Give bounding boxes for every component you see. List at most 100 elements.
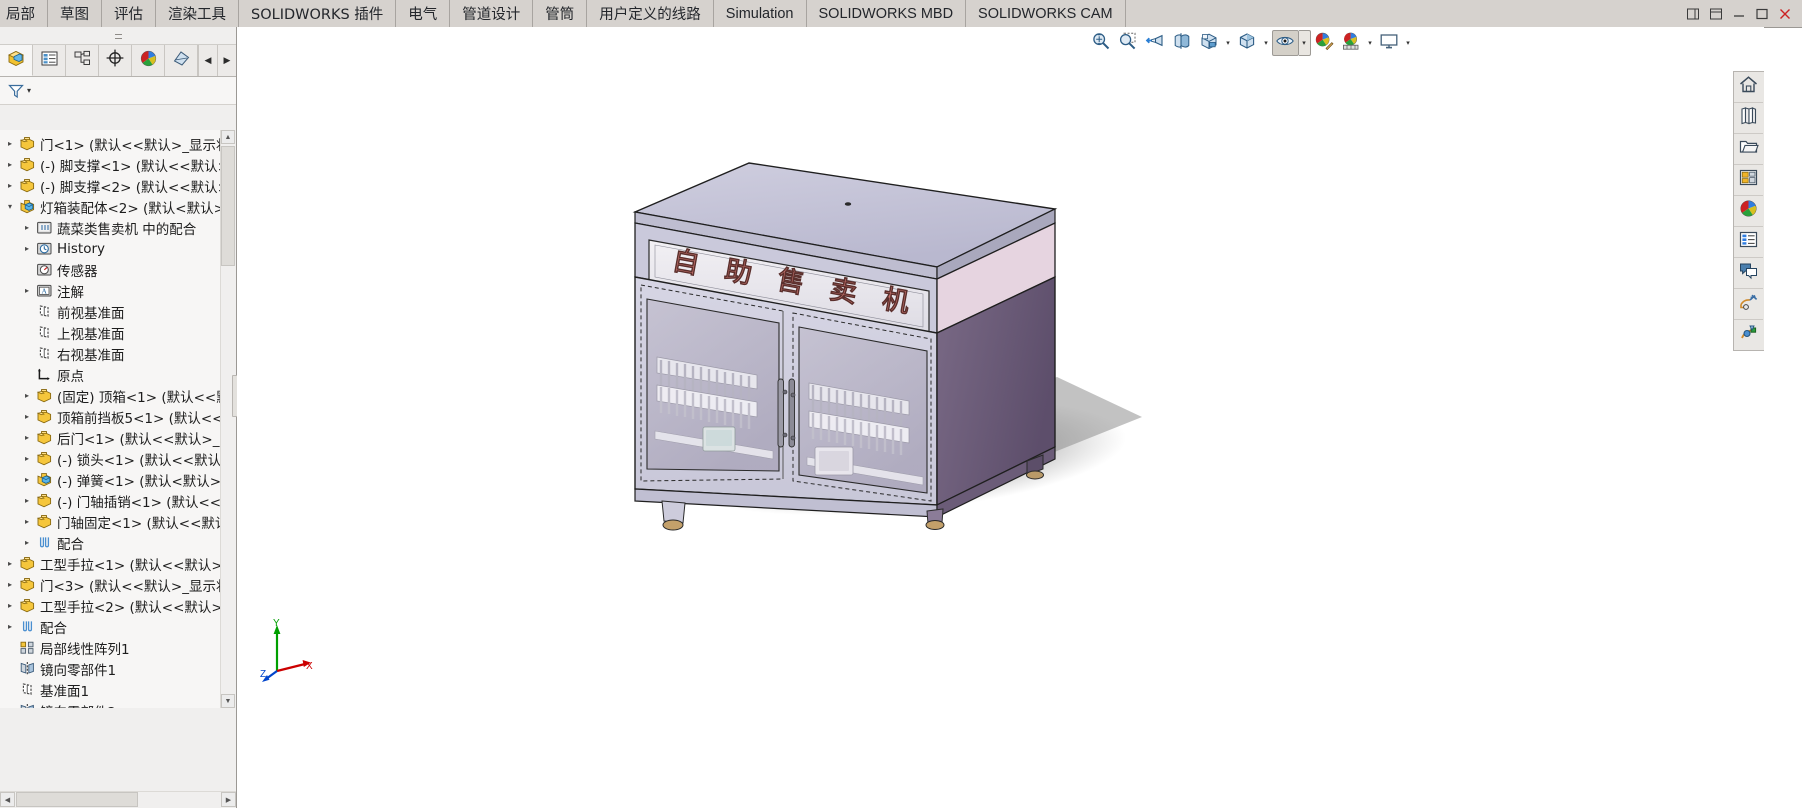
display-style-caret-icon[interactable]: ▾: [1261, 31, 1272, 55]
ribbon-tab-9[interactable]: Simulation: [713, 0, 807, 27]
ribbon-tab-1[interactable]: 草图: [48, 0, 102, 27]
tree-node[interactable]: ▸ A 注解: [0, 280, 222, 301]
tree-node[interactable]: ▸ 配合: [0, 532, 222, 553]
section-view-button[interactable]: [1169, 30, 1196, 56]
appearance-tab[interactable]: [165, 45, 198, 76]
tree-node[interactable]: ▸ 门<3> (默认<<默认>_显示状: [0, 574, 222, 595]
tab-nav-next[interactable]: ▶: [217, 45, 236, 76]
tree-node[interactable]: 前视基准面: [0, 301, 222, 322]
chevron-right-icon[interactable]: ▸: [19, 391, 35, 400]
feature-tree-tab[interactable]: [0, 45, 33, 76]
apply-scene-caret-icon[interactable]: ▾: [1365, 31, 1376, 55]
simulation-button[interactable]: [1734, 289, 1763, 320]
previous-view-button[interactable]: [1142, 30, 1169, 56]
tree-node[interactable]: ▸ History: [0, 238, 222, 259]
ribbon-tab-5[interactable]: 电气: [396, 0, 451, 27]
panel-icon[interactable]: [1709, 7, 1723, 21]
tree-node[interactable]: ▾ 灯箱装配体<2> (默认<默认>_显: [0, 196, 222, 217]
tree-node[interactable]: 局部线性阵列1: [0, 637, 222, 658]
display-style-button[interactable]: [1234, 30, 1261, 56]
tab-nav-prev[interactable]: ◀: [198, 45, 217, 76]
dimxpert-manager-tab[interactable]: [99, 45, 132, 76]
chevron-right-icon[interactable]: ▸: [19, 286, 35, 295]
ribbon-tab-11[interactable]: SOLIDWORKS CAM: [966, 0, 1126, 27]
minimize-icon[interactable]: [1732, 7, 1746, 21]
chevron-right-icon[interactable]: ▸: [2, 181, 18, 190]
scroll-left-button[interactable]: ◀: [0, 792, 15, 807]
tree-node[interactable]: ▸ 工型手拉<1> (默认<<默认>_: [0, 553, 222, 574]
filter-caret-icon[interactable]: ▾: [27, 86, 31, 95]
tree-node[interactable]: 基准面1: [0, 679, 222, 700]
chevron-right-icon[interactable]: ▸: [19, 454, 35, 463]
zoom-to-area-button[interactable]: [1115, 30, 1142, 56]
chevron-right-icon[interactable]: ▸: [2, 160, 18, 169]
edit-appearance-button[interactable]: [1311, 30, 1338, 56]
scroll-thumb-vertical[interactable]: [221, 146, 235, 266]
ribbon-tab-0[interactable]: 局部: [0, 0, 48, 27]
chevron-right-icon[interactable]: ▸: [19, 496, 35, 505]
tree-node[interactable]: ▸ (固定) 顶箱<1> (默认<<默: [0, 385, 222, 406]
tree-node[interactable]: 右视基准面: [0, 343, 222, 364]
display-manager-tab[interactable]: [132, 45, 165, 76]
tree-node[interactable]: 原点: [0, 364, 222, 385]
tree-node[interactable]: 传感器: [0, 259, 222, 280]
tree-node[interactable]: ▸ (-) 脚支撑<2> (默认<<默认>: [0, 175, 222, 196]
tree-node[interactable]: ▸ (-) 锁头<1> (默认<<默认>: [0, 448, 222, 469]
ribbon-tab-3[interactable]: 渲染工具: [156, 0, 239, 27]
tree-node[interactable]: ▸ 门<1> (默认<<默认>_显示状: [0, 133, 222, 154]
ribbon-tab-10[interactable]: SOLIDWORKS MBD: [806, 0, 967, 27]
tree-node[interactable]: ▸ (-) 脚支撑<1> (默认<<默认>: [0, 154, 222, 175]
tree-node[interactable]: ▸ (-) 弹簧<1> (默认<默认>_显: [0, 469, 222, 490]
chevron-right-icon[interactable]: ▸: [2, 580, 18, 589]
design-library-button[interactable]: [1734, 103, 1763, 134]
scroll-up-button[interactable]: ▲: [221, 130, 235, 144]
tree-node[interactable]: 上视基准面: [0, 322, 222, 343]
chevron-right-icon[interactable]: ▸: [19, 538, 35, 547]
hide-show-items-button[interactable]: [1271, 30, 1299, 56]
appearances-scenes-button[interactable]: [1734, 196, 1763, 227]
custom-properties-button[interactable]: [1734, 227, 1763, 258]
property-manager-tab[interactable]: [33, 45, 66, 76]
file-explorer-button[interactable]: [1734, 134, 1763, 165]
view-palette-button[interactable]: [1734, 165, 1763, 196]
apply-scene-button[interactable]: [1338, 30, 1365, 56]
tree-filter-bar[interactable]: ▾: [0, 77, 236, 105]
view-orientation-button[interactable]: [1196, 30, 1223, 56]
chevron-right-icon[interactable]: ▸: [2, 139, 18, 148]
scroll-right-button[interactable]: ▶: [221, 792, 236, 807]
panel-drag-handle[interactable]: [0, 27, 236, 45]
chevron-right-icon[interactable]: ▸: [19, 244, 35, 253]
ribbon-tab-4[interactable]: SOLIDWORKS 插件: [239, 0, 397, 27]
scroll-down-button[interactable]: ▼: [221, 694, 235, 708]
tree-node[interactable]: ▸ (-) 门轴插销<1> (默认<<默: [0, 490, 222, 511]
close-icon[interactable]: [1778, 7, 1792, 21]
chevron-right-icon[interactable]: ▸: [2, 622, 18, 631]
tree-node[interactable]: ▸ 门轴固定<1> (默认<<默认: [0, 511, 222, 532]
ribbon-tab-8[interactable]: 用户定义的线路: [587, 0, 714, 27]
ribbon-tab-7[interactable]: 管筒: [533, 0, 588, 27]
graphics-viewport[interactable]: ▾ ▾ ▾ ▾ ▾ 自 助 售 卖 机 Y X Z: [237, 27, 1764, 808]
chevron-down-icon[interactable]: ▾: [2, 202, 18, 211]
scroll-thumb-horizontal[interactable]: [16, 792, 138, 807]
tree-node[interactable]: ▸ 蔬菜类售卖机 中的配合: [0, 217, 222, 238]
solidworks-forum-button[interactable]: [1734, 258, 1763, 289]
tree-node[interactable]: ▸ 后门<1> (默认<<默认>_显: [0, 427, 222, 448]
ribbon-tab-6[interactable]: 管道设计: [450, 0, 534, 27]
feature-tree[interactable]: ▸ 门<1> (默认<<默认>_显示状 ▸ (-) 脚支撑<1> (默认<<默认> ▸ (…: [0, 130, 222, 708]
view-settings-caret-icon[interactable]: ▾: [1403, 31, 1414, 55]
hide-show-items-caret-icon[interactable]: ▾: [1298, 30, 1311, 56]
restore-layout-icon[interactable]: [1686, 7, 1700, 21]
tree-node[interactable]: ▸ 配合: [0, 616, 222, 637]
tree-node[interactable]: ▸ 工型手拉<2> (默认<<默认>_: [0, 595, 222, 616]
zoom-to-fit-button[interactable]: [1088, 30, 1115, 56]
chevron-right-icon[interactable]: ▸: [19, 517, 35, 526]
chevron-right-icon[interactable]: ▸: [2, 559, 18, 568]
configuration-manager-tab[interactable]: [66, 45, 99, 76]
ribbon-tab-2[interactable]: 评估: [102, 0, 156, 27]
maximize-icon[interactable]: [1755, 7, 1769, 21]
chevron-right-icon[interactable]: ▸: [19, 433, 35, 442]
tree-node[interactable]: ▸ 顶箱前挡板5<1> (默认<<: [0, 406, 222, 427]
tree-vertical-scrollbar[interactable]: ▲ ▼: [220, 130, 235, 708]
chevron-right-icon[interactable]: ▸: [19, 412, 35, 421]
electrical-button[interactable]: [1734, 320, 1763, 350]
